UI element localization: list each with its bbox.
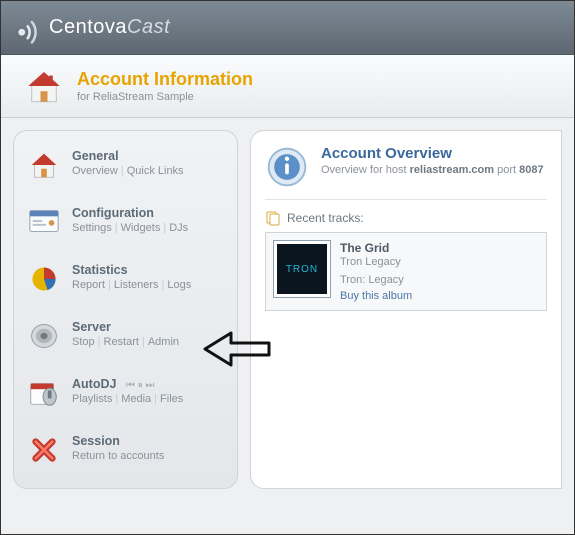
sidebar-section-session: Session Return to accounts — [18, 421, 233, 478]
nav-link-stop[interactable]: Stop — [72, 336, 95, 348]
nav-title: Server — [72, 320, 179, 334]
sidebar-section-general: General Overview|Quick Links — [18, 137, 233, 193]
nav-link-listeners[interactable]: Listeners — [114, 279, 159, 291]
autodj-controls-icon[interactable]: ⏮ ⏸ ⏭ — [126, 380, 155, 391]
nav-link-settings[interactable]: Settings — [72, 222, 112, 234]
recent-tracks-label: Recent tracks: — [265, 210, 547, 226]
config-window-icon — [26, 204, 62, 240]
recent-track-card: TRON The Grid Tron Legacy Tron: Legacy B… — [265, 232, 547, 311]
overview-header: Account Overview Overview for host relia… — [265, 145, 547, 200]
nav-link-playlists[interactable]: Playlists — [72, 393, 112, 405]
nav-title: General — [72, 149, 184, 163]
album-cover: TRON — [274, 241, 330, 297]
nav-link-admin[interactable]: Admin — [148, 336, 179, 348]
overview-subtitle: Overview for host reliastream.com port 8… — [321, 164, 544, 176]
speaker-icon — [26, 318, 62, 354]
house-small-icon — [26, 147, 62, 183]
page-title: Account Information — [77, 69, 253, 90]
nav-link-overview[interactable]: Overview — [72, 165, 118, 177]
pie-chart-icon — [26, 261, 62, 297]
track-artist: Tron Legacy — [340, 256, 412, 268]
logo-broadcast-icon — [9, 11, 43, 45]
nav-link-report[interactable]: Report — [72, 279, 105, 291]
nav-link-quicklinks[interactable]: Quick Links — [127, 165, 184, 177]
sidebar-section-autodj: AutoDJ ⏮ ⏸ ⏭ Playlists|Media|Files — [18, 364, 233, 421]
nav-link-files[interactable]: Files — [160, 393, 183, 405]
nav-title: Configuration — [72, 206, 188, 220]
nav-link-logs[interactable]: Logs — [167, 279, 191, 291]
nav-link-media[interactable]: Media — [121, 393, 151, 405]
nav-link-widgets[interactable]: Widgets — [121, 222, 161, 234]
brand-text: CentovaCast — [49, 16, 170, 39]
page-subtitle: for ReliaStream Sample — [77, 91, 253, 103]
sidebar-section-server: Server Stop|Restart|Admin — [18, 307, 233, 364]
page-header: Account Information for ReliaStream Samp… — [1, 55, 574, 118]
track-title: The Grid — [340, 241, 412, 255]
top-bar: CentovaCast — [1, 1, 574, 55]
nav-link-return[interactable]: Return to accounts — [72, 450, 164, 462]
track-album: Tron: Legacy — [340, 274, 412, 286]
buy-album-link[interactable]: Buy this album — [340, 290, 412, 302]
nav-link-djs[interactable]: DJs — [169, 222, 188, 234]
nav-title: AutoDJ ⏮ ⏸ ⏭ — [72, 377, 183, 391]
overview-title: Account Overview — [321, 145, 544, 162]
sidebar-section-statistics: Statistics Report|Listeners|Logs — [18, 250, 233, 307]
nav-title: Session — [72, 434, 164, 448]
content-panel: Account Overview Overview for host relia… — [250, 130, 562, 489]
sidebar: General Overview|Quick Links Configurati… — [13, 130, 238, 489]
copy-icon — [265, 210, 281, 226]
calendar-mic-icon — [26, 375, 62, 411]
nav-title: Statistics — [72, 263, 191, 277]
sidebar-section-configuration: Configuration Settings|Widgets|DJs — [18, 193, 233, 250]
house-icon — [23, 65, 65, 107]
info-icon — [265, 145, 309, 189]
nav-link-restart[interactable]: Restart — [104, 336, 139, 348]
close-x-icon — [26, 432, 62, 468]
